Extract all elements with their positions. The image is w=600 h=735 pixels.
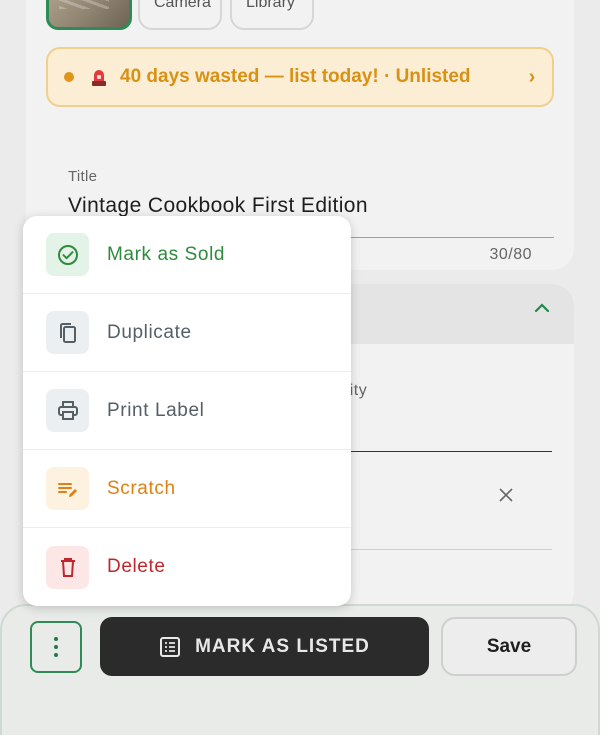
chevron-up-icon [534, 303, 550, 313]
menu-item-scratch[interactable]: Scratch [23, 450, 351, 528]
scratch-icon-box [46, 467, 89, 510]
library-button-label: Library [246, 0, 295, 11]
chevron-right-icon: › [528, 65, 536, 88]
mark-as-listed-label: MARK AS LISTED [195, 635, 370, 657]
menu-item-mark-as-sold[interactable]: Mark as Sold [23, 216, 351, 294]
photo-thumbnail[interactable] [46, 0, 132, 30]
camera-button-label: Camera [154, 0, 211, 11]
wasted-days-alert[interactable]: 40 days wasted — list today! · Unlisted … [46, 47, 554, 107]
more-vert-icon [54, 637, 58, 657]
mark-as-sold-icon-box [46, 233, 89, 276]
list-alt-icon [160, 636, 181, 657]
more-options-menu: Mark as Sold Duplicate Print Label Scrat… [23, 216, 351, 606]
duplicate-icon-box [46, 311, 89, 354]
edit-note-icon [57, 482, 77, 497]
check-circle-icon [57, 244, 78, 265]
menu-item-label: Print Label [107, 399, 205, 421]
alert-text: 40 days wasted — list today! · Unlisted [120, 66, 471, 87]
title-field-label: Title [68, 168, 98, 185]
mark-as-listed-button[interactable]: MARK AS LISTED [100, 617, 429, 676]
siren-icon [92, 70, 106, 86]
title-char-counter: 30/80 [489, 246, 532, 263]
save-button-label: Save [486, 635, 532, 657]
menu-item-label: Mark as Sold [107, 243, 226, 265]
menu-item-label: Delete [107, 556, 166, 577]
copy-icon [59, 322, 76, 343]
menu-item-label: Duplicate [107, 321, 192, 343]
camera-button[interactable]: Camera [138, 0, 222, 30]
print-label-icon-box [46, 389, 89, 432]
printer-icon [57, 400, 78, 420]
trash-icon [60, 558, 75, 577]
title-input[interactable]: Vintage Cookbook First Edition [68, 194, 368, 218]
library-button[interactable]: Library [230, 0, 314, 30]
more-options-button[interactable] [30, 621, 82, 673]
menu-item-delete[interactable]: Delete [23, 528, 351, 606]
menu-item-print-label[interactable]: Print Label [23, 372, 351, 450]
menu-item-duplicate[interactable]: Duplicate [23, 294, 351, 372]
row-divider [326, 549, 552, 550]
alert-dot [64, 72, 74, 82]
quantity-underline [326, 451, 552, 452]
delete-icon-box [46, 545, 89, 589]
save-button[interactable]: Save [441, 617, 577, 676]
menu-item-label: Scratch [107, 477, 176, 499]
clear-icon[interactable] [498, 487, 514, 503]
